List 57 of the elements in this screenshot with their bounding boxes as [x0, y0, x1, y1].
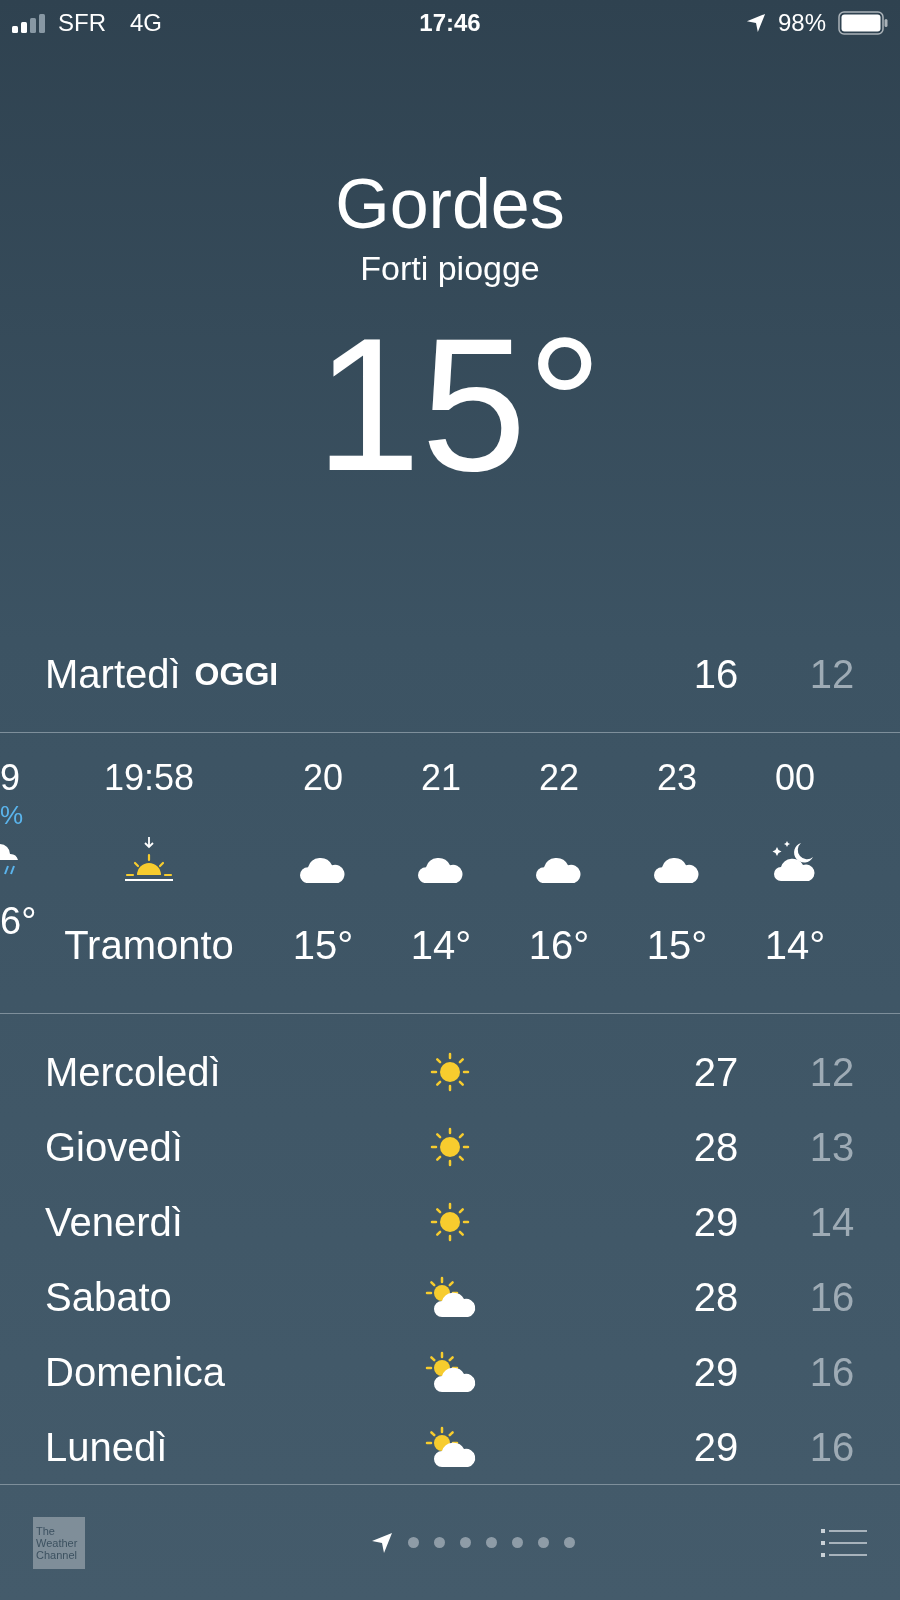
high-temperature: 29: [692, 1198, 740, 1246]
today-low: 12: [808, 651, 856, 698]
hour-label: 00: [774, 756, 815, 800]
carrier-name: SFR: [58, 8, 106, 38]
hour-temperature: Tramonto: [64, 922, 234, 969]
today-high: 16: [692, 651, 740, 698]
hour-label: 9: [0, 756, 21, 800]
precipitation-chance: %: [0, 801, 24, 829]
weekday: Venerdì: [45, 1198, 184, 1246]
today-weekday: Martedì: [45, 651, 181, 698]
low-temperature: 12: [808, 1048, 856, 1096]
clock-time: 17:46: [418, 8, 482, 38]
current-temperature: 15°: [315, 304, 603, 504]
hour-temperature: 14°: [410, 922, 472, 969]
hour-temperature: 6°: [0, 899, 37, 944]
hour-label: 22: [538, 756, 579, 800]
hour-temperature: 16°: [528, 922, 590, 969]
battery-percentage: 98%: [777, 8, 826, 38]
signal-icon: [12, 13, 48, 33]
low-temperature: 14: [808, 1198, 856, 1246]
network-type: 4G: [130, 8, 162, 38]
low-temperature: 13: [808, 1123, 856, 1171]
low-temperature: 16: [808, 1348, 856, 1396]
cloud-icon: [418, 857, 464, 883]
hour-label: 23: [656, 756, 697, 800]
weather-condition: Forti piogge: [360, 248, 540, 289]
high-temperature: 29: [692, 1348, 740, 1396]
hour-label: 20: [302, 756, 343, 800]
high-temperature: 27: [692, 1048, 740, 1096]
high-temperature: 28: [692, 1123, 740, 1171]
hour-temperature: 15°: [292, 922, 354, 969]
low-temperature: 16: [808, 1423, 856, 1471]
weekday: Domenica: [45, 1348, 227, 1396]
weekday: Lunedì: [45, 1423, 169, 1471]
list-icon[interactable]: [821, 1528, 867, 1557]
low-temperature: 16: [808, 1273, 856, 1321]
high-temperature: 28: [692, 1273, 740, 1321]
logo-text: Channel: [36, 1548, 78, 1561]
hour-temperature: 15°: [646, 922, 708, 969]
weather-channel-logo[interactable]: The Weather Channel: [33, 1516, 85, 1569]
weekday: Giovedì: [45, 1123, 184, 1171]
weekday: Mercoledì: [45, 1048, 222, 1096]
cloud-icon: [536, 857, 582, 883]
sunset-icon: [123, 835, 175, 883]
cloud-icon: [300, 857, 346, 883]
hour-label: 21: [420, 756, 461, 800]
logo-text: The: [36, 1524, 56, 1537]
location-arrow-icon[interactable]: [371, 1531, 393, 1554]
cloud-icon: [654, 857, 700, 883]
logo-text: Weather: [36, 1536, 79, 1549]
battery-icon: [838, 11, 888, 35]
high-temperature: 29: [692, 1423, 740, 1471]
city-name: Gordes: [335, 164, 565, 244]
today-label: OGGI: [194, 655, 279, 694]
weekday: Sabato: [45, 1273, 173, 1321]
hour-label: 19:58: [103, 756, 195, 800]
hour-temperature: 14°: [764, 922, 826, 969]
